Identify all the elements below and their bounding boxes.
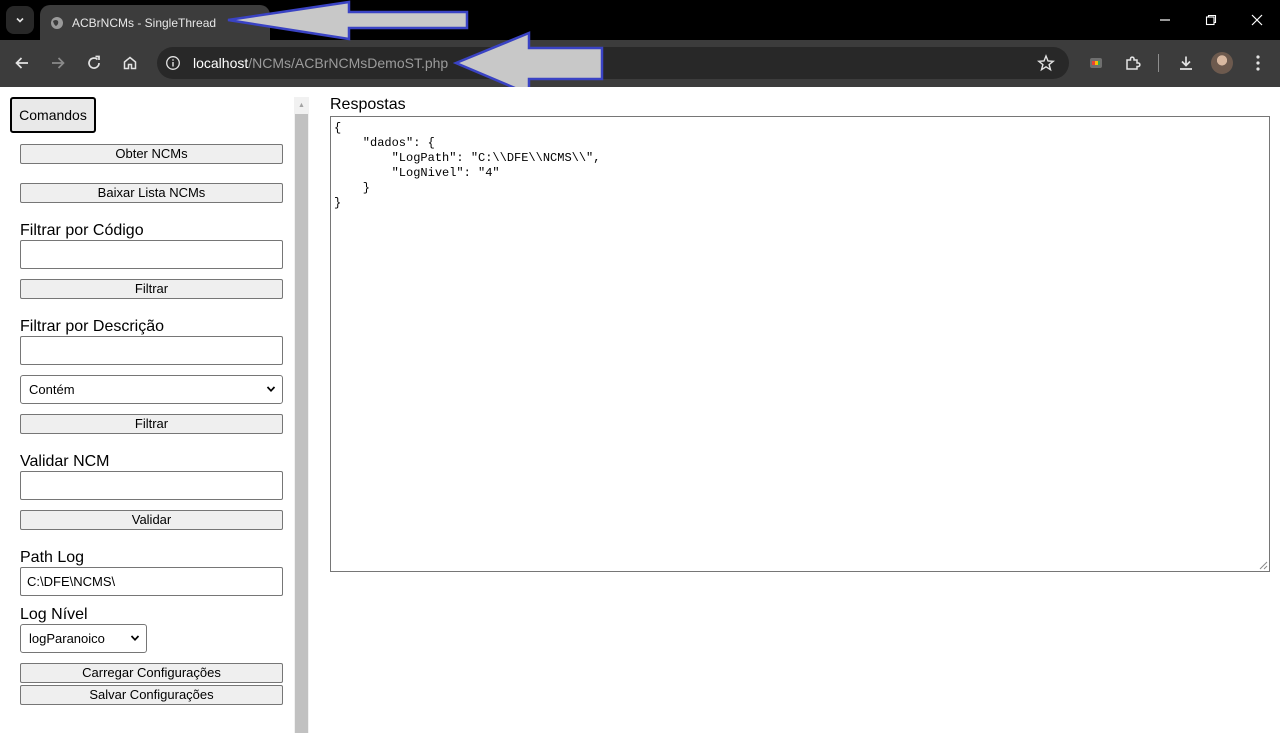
respostas-textarea[interactable]: { "dados": { "LogPath": "C:\\DFE\\NCMS\\…: [330, 116, 1270, 572]
tipo-filtro-select[interactable]: Contém: [20, 375, 283, 404]
commands-panel: Comandos Obter NCMs Baixar Lista NCMs Fi…: [0, 87, 310, 733]
forward-button[interactable]: [45, 50, 71, 76]
filtrar-descricao-button[interactable]: Filtrar: [20, 414, 283, 434]
close-icon: [1251, 14, 1263, 26]
obter-ncms-button[interactable]: Obter NCMs: [20, 144, 283, 164]
tab-search-button[interactable]: [6, 6, 34, 34]
annotation-arrow-tab-icon: [227, 0, 469, 41]
log-nivel-label: Log Nível: [20, 606, 88, 623]
validar-ncm-label: Validar NCM: [20, 453, 110, 470]
minimize-icon: [1160, 19, 1170, 21]
google-lens-icon[interactable]: [1085, 52, 1107, 74]
scroll-thumb[interactable]: [295, 114, 308, 733]
url-host: localhost: [193, 55, 249, 71]
scroll-up-arrow-icon[interactable]: ▲: [294, 97, 309, 113]
address-bar[interactable]: localhost/NCMs/ACBrNCMsDemoST.php: [157, 47, 1069, 79]
path-log-input[interactable]: [20, 567, 283, 596]
filtrar-codigo-label: Filtrar por Código: [20, 222, 144, 239]
log-nivel-select[interactable]: logParanoico: [20, 624, 147, 653]
more-menu-icon[interactable]: [1247, 52, 1269, 74]
home-button[interactable]: [117, 50, 143, 76]
info-icon[interactable]: [165, 55, 181, 71]
browser-toolbar: localhost/NCMs/ACBrNCMsDemoST.php: [0, 40, 1280, 87]
minimize-button[interactable]: [1142, 0, 1188, 40]
tab-comandos[interactable]: Comandos: [10, 97, 96, 133]
tab-title: ACBrNCMs - SingleThread: [72, 15, 217, 30]
chevron-down-icon: [16, 17, 24, 23]
filtrar-codigo-input[interactable]: [20, 240, 283, 269]
back-button[interactable]: [9, 50, 35, 76]
filtrar-descricao-input[interactable]: [20, 336, 283, 365]
extensions-puzzle-icon[interactable]: [1122, 52, 1144, 74]
respostas-content: { "dados": { "LogPath": "C:\\DFE\\NCMS\\…: [334, 121, 601, 210]
carregar-configuracoes-button[interactable]: Carregar Configurações: [20, 663, 283, 683]
toolbar-divider: [1158, 54, 1159, 72]
globe-icon: [50, 16, 64, 30]
page-content: Comandos Obter NCMs Baixar Lista NCMs Fi…: [0, 87, 1280, 733]
home-icon: [123, 56, 137, 70]
browser-tab-bar: ACBrNCMs - SingleThread ✕ +: [0, 0, 1280, 40]
restore-icon: [1205, 14, 1217, 26]
panel-scrollbar[interactable]: ▲: [294, 97, 309, 733]
reload-button[interactable]: [81, 50, 107, 76]
filtrar-descricao-label: Filtrar por Descrição: [20, 318, 165, 335]
profile-avatar[interactable]: [1211, 52, 1233, 74]
validar-button[interactable]: Validar: [20, 510, 283, 530]
star-icon[interactable]: [1037, 54, 1055, 72]
path-log-label: Path Log: [20, 549, 85, 566]
download-icon[interactable]: [1175, 52, 1197, 74]
respostas-label: Respostas: [330, 96, 406, 113]
filtrar-codigo-button[interactable]: Filtrar: [20, 279, 283, 299]
resize-grip-icon[interactable]: [1258, 560, 1268, 570]
url-path: /NCMs/ACBrNCMsDemoST.php: [248, 55, 449, 71]
salvar-configuracoes-button[interactable]: Salvar Configurações: [20, 685, 283, 705]
log-nivel-selected: logParanoico: [29, 631, 105, 646]
reload-icon: [88, 55, 100, 69]
close-window-button[interactable]: [1234, 0, 1280, 40]
chevron-down-icon: [130, 635, 140, 642]
url-text[interactable]: localhost/NCMs/ACBrNCMsDemoST.php: [193, 55, 448, 71]
validar-ncm-input[interactable]: [20, 471, 283, 500]
chevron-down-icon: [266, 386, 276, 393]
arrow-right-icon: [52, 57, 65, 69]
restore-button[interactable]: [1188, 0, 1234, 40]
baixar-lista-ncms-button[interactable]: Baixar Lista NCMs: [20, 183, 283, 203]
tipo-filtro-selected: Contém: [29, 382, 75, 397]
arrow-left-icon: [15, 57, 28, 69]
